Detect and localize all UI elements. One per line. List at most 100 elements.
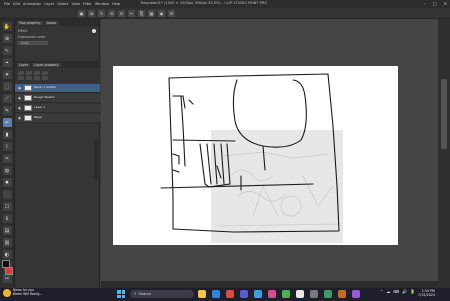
cut-icon[interactable]: ✂ <box>128 9 135 17</box>
chevron-up-icon[interactable]: ⌃ <box>380 289 383 294</box>
delete-layer-icon[interactable] <box>42 76 48 80</box>
correct-line-icon[interactable]: ✂ <box>2 274 12 283</box>
chrome-icon[interactable] <box>226 290 234 298</box>
operation-tool-icon[interactable]: ↖ <box>2 46 12 55</box>
close-button[interactable]: ✕ <box>444 1 447 6</box>
clip-icon[interactable] <box>42 71 48 75</box>
cloud-icon[interactable]: ☁ <box>386 289 390 294</box>
move-layer-icon[interactable]: ⌖ <box>2 58 12 67</box>
auto-select-icon[interactable]: ✦ <box>2 70 12 79</box>
pencil-icon[interactable]: ✏ <box>2 118 12 127</box>
mask-icon[interactable] <box>34 76 40 80</box>
edge-icon[interactable] <box>212 290 220 298</box>
text-icon[interactable]: ◐ <box>2 250 12 259</box>
search-icon: ⌕ <box>134 292 137 297</box>
eye-icon[interactable]: ◉ <box>18 86 22 90</box>
decoration-icon[interactable]: ✑ <box>2 154 12 163</box>
system-tray: ⌃ ☁ ⌨ 🔊 🔋 <box>380 289 415 294</box>
layer-row[interactable]: ◉ Rough Sketch <box>15 94 100 103</box>
undo-icon[interactable]: ⟲ <box>108 9 115 17</box>
menu-filter[interactable]: Filter <box>83 2 92 6</box>
sketch-drawing <box>160 73 343 243</box>
layer-toolbar <box>15 69 100 83</box>
fill-icon[interactable]: ⬛ <box>2 190 12 199</box>
blend-mode-dropdown[interactable] <box>18 71 24 75</box>
vertical-scrollbar[interactable] <box>438 19 450 288</box>
layer-row[interactable]: ◉ Layer 1 <box>15 104 100 113</box>
teams-icon[interactable] <box>240 290 248 298</box>
volume-icon[interactable]: 🔊 <box>402 289 407 294</box>
brush-icon[interactable]: ▮ <box>2 130 12 139</box>
settings-icon[interactable]: ⚙ <box>168 9 175 17</box>
airbrush-icon[interactable]: ⌇ <box>2 142 12 151</box>
selection-icon[interactable]: ⬚ <box>2 82 12 91</box>
menu-edit[interactable]: Edit <box>13 2 20 6</box>
weather-icon <box>3 289 11 297</box>
taskbar-search[interactable]: ⌕ Search <box>130 290 194 298</box>
opacity-slider[interactable] <box>26 71 32 75</box>
sub-color-swatch[interactable] <box>5 267 13 275</box>
ruler-icon[interactable]: ▥ <box>2 238 12 247</box>
tab-tool-name[interactable]: Lasso <box>44 20 58 25</box>
menu-bar: File Edit Animation Layer Select View Fi… <box>0 2 120 6</box>
effect-toggle-icon[interactable] <box>92 28 96 33</box>
menu-file[interactable]: File <box>4 2 10 6</box>
blend-icon[interactable]: ✸ <box>2 178 12 187</box>
frame-border-icon[interactable]: ▤ <box>2 226 12 235</box>
news-widget[interactable]: News for you Biden Will Really... <box>3 289 42 297</box>
new-layer-icon[interactable] <box>18 76 24 80</box>
record-icon[interactable]: ◉ <box>158 9 165 17</box>
eye-icon[interactable]: ◉ <box>18 106 22 110</box>
scrollbar-thumb[interactable] <box>441 79 447 149</box>
minimize-button[interactable]: – <box>424 1 426 6</box>
taskbar-apps <box>198 290 360 298</box>
menu-window[interactable]: Window <box>95 2 109 6</box>
menu-help[interactable]: Help <box>112 2 120 6</box>
new-canvas-icon[interactable]: ▣ <box>78 9 85 17</box>
hand-tool-icon[interactable]: ✋ <box>2 22 12 31</box>
paint-icon[interactable] <box>338 290 346 298</box>
tab-tool-property[interactable]: Tool property <box>17 20 43 25</box>
grid-icon[interactable]: ▦ <box>148 9 155 17</box>
menu-animation[interactable]: Animation <box>23 2 41 6</box>
settings-app-icon[interactable] <box>310 290 318 298</box>
eraser-icon[interactable]: ◍ <box>2 166 12 175</box>
layer-name: Paper 1 Sketch <box>34 86 57 90</box>
lock-icon[interactable] <box>34 71 40 75</box>
eye-icon[interactable]: ◉ <box>18 96 22 100</box>
battery-icon[interactable]: 🔋 <box>410 289 415 294</box>
spotify-icon[interactable] <box>282 290 290 298</box>
start-button[interactable] <box>117 290 125 298</box>
menu-layer[interactable]: Layer <box>44 2 54 6</box>
pen-icon[interactable]: ✎ <box>2 106 12 115</box>
gradient-icon[interactable]: ☐ <box>2 202 12 211</box>
drawing-canvas[interactable] <box>113 66 398 245</box>
open-icon[interactable]: ⊞ <box>88 9 95 17</box>
store-icon[interactable] <box>324 290 332 298</box>
panel-scrollbar[interactable] <box>94 139 98 179</box>
maximize-button[interactable]: □ <box>433 1 437 6</box>
mail-icon[interactable] <box>254 290 262 298</box>
clip-studio-icon[interactable] <box>296 290 304 298</box>
windows-logo-icon <box>117 290 121 294</box>
layer-row[interactable]: ◉ Paper <box>15 114 100 123</box>
keyboard-icon[interactable]: ⌨ <box>393 289 399 294</box>
eye-icon[interactable]: ◉ <box>18 116 22 120</box>
redo-icon[interactable]: ⟳ <box>118 9 125 17</box>
tab-layer-property[interactable]: Layer property <box>32 62 61 67</box>
new-folder-icon[interactable] <box>26 76 32 80</box>
discord-icon[interactable] <box>352 290 360 298</box>
edit-icon[interactable]: ✎ <box>98 9 105 17</box>
expression-color-dropdown[interactable]: Color <box>18 41 48 45</box>
photos-icon[interactable] <box>268 290 276 298</box>
menu-select[interactable]: Select <box>57 2 68 6</box>
eyedropper-icon[interactable]: ⟋ <box>2 94 12 103</box>
figure-icon[interactable]: ℹ <box>2 214 12 223</box>
tab-layer[interactable]: Layer <box>17 62 31 67</box>
zoom-tool-icon[interactable]: ⊕ <box>2 34 12 43</box>
file-explorer-icon[interactable] <box>198 290 206 298</box>
layer-row[interactable]: ◉ Paper 1 Sketch <box>15 84 100 93</box>
copy-icon[interactable]: ⎘ <box>138 9 145 17</box>
taskbar-clock[interactable]: 2:34 PM 7/15/2024 <box>418 289 435 298</box>
menu-view[interactable]: View <box>71 2 80 6</box>
